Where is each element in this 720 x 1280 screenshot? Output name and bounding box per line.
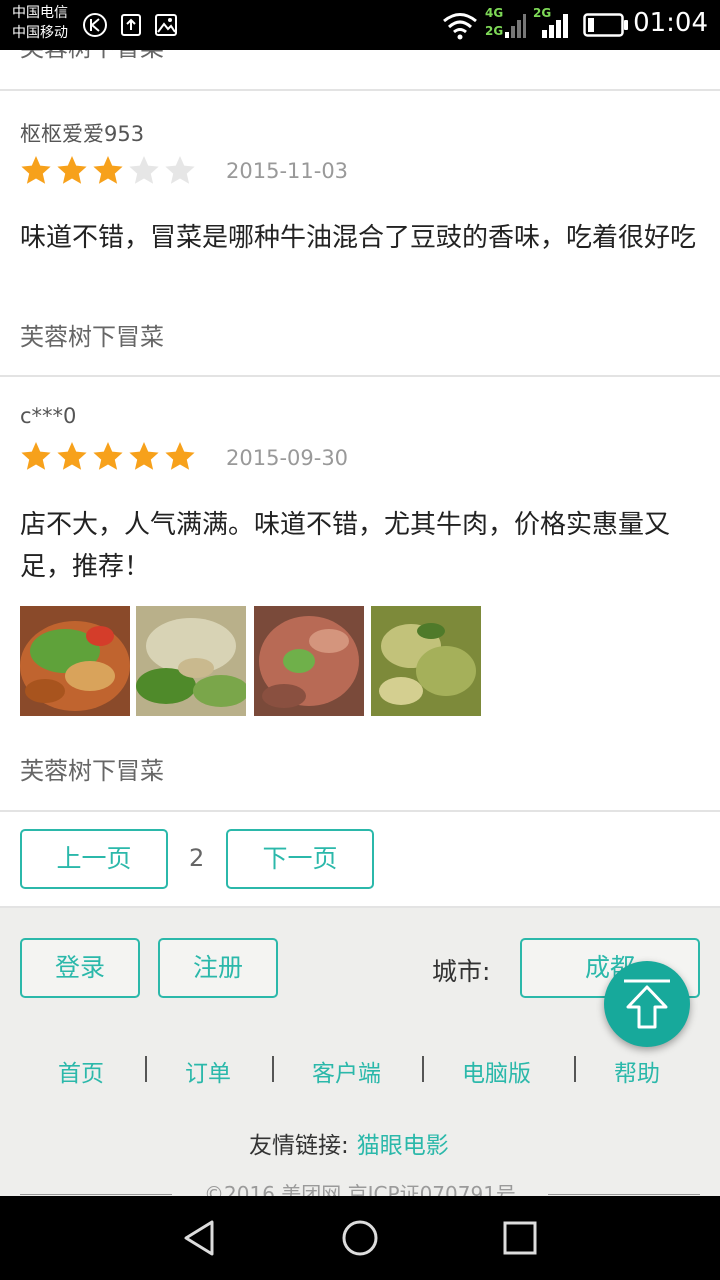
food-photo[interactable] [136,606,246,716]
arrow-up-icon [624,979,670,1029]
review-item: 枢枢爱爱953 2015-11-03 味道不错，冒菜是哪种牛油混合了豆豉的香味，… [0,91,720,375]
status-time: 01:04 [633,8,708,38]
star-filled-icon [165,442,195,470]
home-icon[interactable] [340,1218,380,1258]
review-username: 枢枢爱爱953 [20,122,145,146]
rating-stars [20,154,200,186]
footer-nav: 首页 订单 客户端 电脑版 帮助 [0,1054,720,1090]
upload-icon [121,14,141,36]
footer-link-orders[interactable]: 订单 [185,1054,231,1088]
footer-link-help[interactable]: 帮助 [614,1054,660,1088]
next-page-button[interactable]: 下一页 [226,829,374,889]
review-date: 2015-09-30 [226,446,349,470]
prev-page-button[interactable]: 上一页 [20,829,168,889]
footer-link-home[interactable]: 首页 [58,1054,104,1088]
back-to-top-button[interactable] [604,961,690,1047]
star-filled-icon [57,156,87,184]
copyright-text: ©2016 美团网 京ICP证070791号 [204,1182,516,1196]
wifi-icon [443,13,477,40]
review-text: 店不大，人气满满。味道不错，尤其牛肉，价格实惠量又足，推荐！ [20,510,671,582]
status-bar: 中国电信 中国移动 4G 2G 2G 01:04 [0,0,720,50]
friend-links-label: 友情链接: [249,1133,349,1159]
network-4g-label: 4G [485,6,504,20]
food-photo[interactable] [254,606,364,716]
review-shop[interactable]: 芙蓉树下冒菜 [20,751,164,786]
carrier-2: 中国移动 [12,25,68,41]
carrier-1: 中国电信 [12,5,68,21]
signal-icon-2 [542,14,568,38]
footer-separator [272,1056,274,1082]
food-photo[interactable] [371,606,481,716]
star-filled-icon [21,442,51,470]
review-shop[interactable]: 芙蓉树下冒菜 [20,317,164,352]
star-empty-icon [129,156,159,184]
friend-link-maoyan[interactable]: 猫眼电影 [357,1133,449,1159]
footer-separator [145,1056,147,1082]
recent-apps-icon[interactable] [500,1218,540,1258]
previous-review-shop[interactable]: 芙蓉树下冒菜 [20,50,164,63]
footer-separator [422,1056,424,1082]
city-label: 城市: [432,957,491,986]
register-button[interactable]: 注册 [158,938,278,998]
image-icon [155,14,177,36]
divider [0,810,720,812]
login-button[interactable]: 登录 [20,938,140,998]
star-filled-icon [93,156,123,184]
star-empty-icon [165,156,195,184]
friend-links: 友情链接: 猫眼电影 [249,1126,449,1160]
star-filled-icon [129,442,159,470]
page-footer: 登录 注册 城市: 成都 首页 订单 客户端 电脑版 帮助 友情链接: 猫眼电影 … [0,906,720,1196]
k-app-icon [83,13,107,37]
navigation-bar [0,1196,720,1280]
review-text: 味道不错，冒菜是哪种牛油混合了豆豉的香味，吃着很好吃 [20,223,697,253]
footer-separator [574,1056,576,1082]
star-filled-icon [57,442,87,470]
back-icon[interactable] [180,1218,220,1258]
carrier-info: 中国电信 中国移动 [12,3,68,43]
current-page-number: 2 [189,844,205,872]
network-2g-label-a: 2G [485,24,504,38]
footer-link-desktop[interactable]: 电脑版 [462,1054,531,1088]
review-date: 2015-11-03 [226,159,349,183]
battery-icon [583,13,628,37]
star-filled-icon [21,156,51,184]
signal-icon-1 [505,14,526,38]
review-username: c***0 [20,404,77,428]
food-photo[interactable] [20,606,130,716]
star-filled-icon [93,442,123,470]
divider [0,375,720,377]
footer-link-client[interactable]: 客户端 [312,1054,381,1088]
rating-stars [20,440,200,472]
